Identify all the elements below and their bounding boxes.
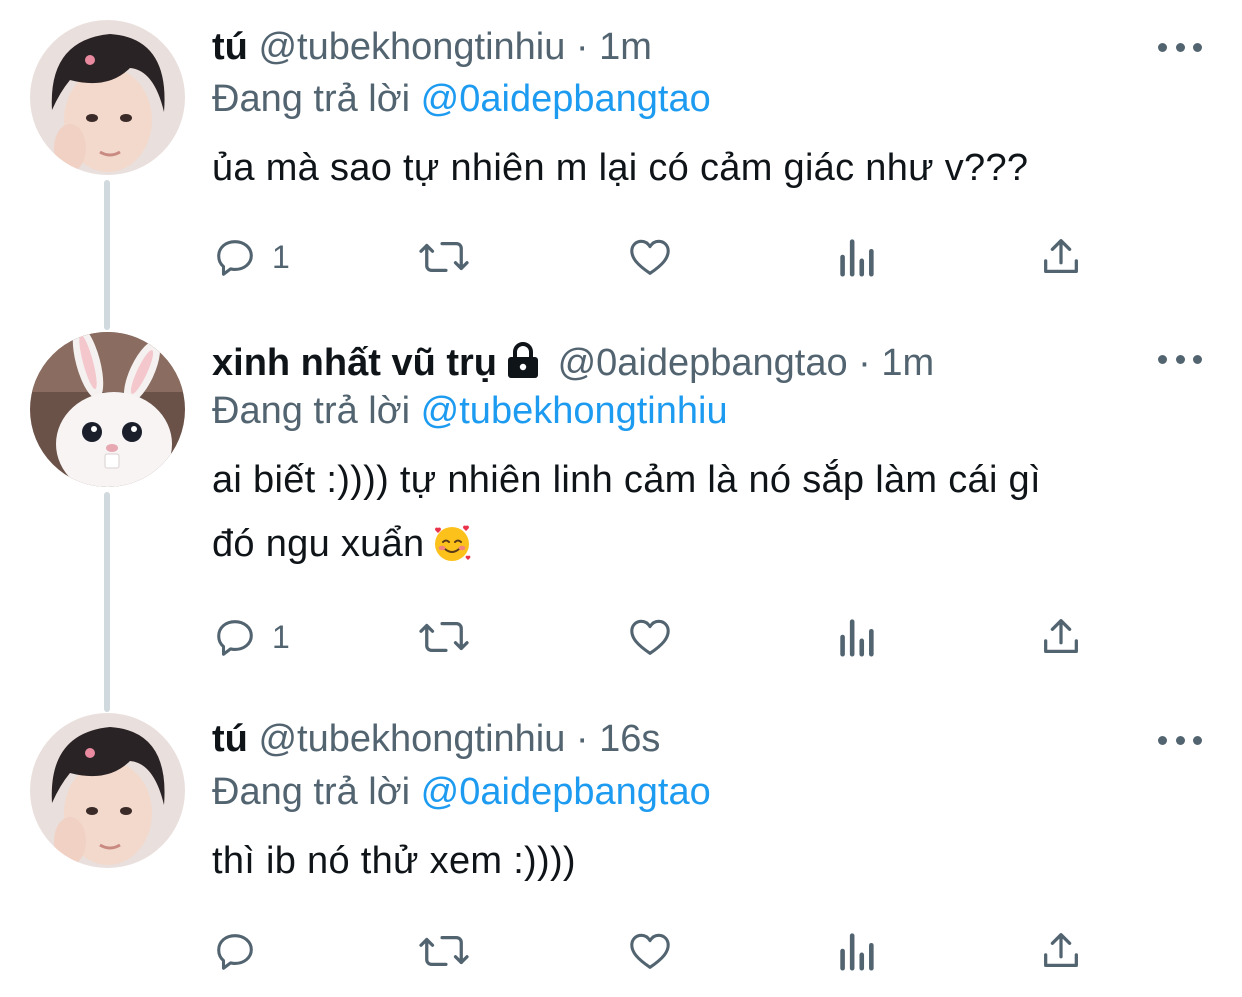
timestamp[interactable]: 1m [881,342,934,384]
analytics-button[interactable] [834,926,878,976]
share-icon [1038,614,1084,660]
share-button[interactable] [1038,612,1084,662]
user-avatar[interactable] [30,332,185,487]
tweet[interactable]: tú @tubekhongtinhiu · 16s Đang trả lời @… [0,700,1242,997]
tweet-actions: 1 [212,232,1112,282]
share-button[interactable] [1038,232,1084,282]
retweet-button[interactable] [416,232,472,282]
tweet-text: ai biết :)))) tự nhiên linh cảm là nó sắ… [212,448,1202,584]
reply-prefix: Đang trả lời [212,78,411,120]
reply-button[interactable]: 1 [212,232,290,282]
reply-button[interactable] [212,926,258,976]
username-handle[interactable]: @tubekhongtinhiu [258,26,565,68]
timestamp[interactable]: 1m [599,26,652,68]
retweet-icon [416,614,472,660]
tweet-text-line: ai biết :)))) tự nhiên linh cảm là nó sắ… [212,459,1041,501]
username-handle[interactable]: @0aidepbangtao [558,342,848,384]
tweet-text: ủa mà sao tự nhiên m lại có cảm giác như… [212,147,1029,189]
tweet-text: thì ib nó thử xem :)))) [212,840,576,882]
share-icon [1038,928,1084,974]
separator-dot: · [858,342,871,384]
mention-link[interactable]: @0aidepbangtao [421,78,711,120]
retweet-icon [416,928,472,974]
username-handle[interactable]: @tubekhongtinhiu [258,718,565,760]
separator-dot: · [575,26,589,68]
retweet-button[interactable] [416,612,472,662]
retweet-icon [416,234,472,280]
like-icon [626,614,674,660]
reply-count: 1 [272,618,290,655]
tweet[interactable]: xinh nhất vũ trụ @0aidepbangtao · 1m Đan… [0,320,1242,700]
user-avatar[interactable] [30,713,185,868]
mention-link[interactable]: @tubekhongtinhiu [421,390,728,432]
analytics-button[interactable] [834,612,878,662]
user-avatar[interactable] [30,20,185,175]
analytics-button[interactable] [834,232,878,282]
reply-icon [212,234,258,280]
tweet-actions: 1 [212,612,1112,662]
display-name[interactable]: xinh nhất vũ trụ [212,342,497,384]
reply-icon [212,614,258,660]
analytics-icon [834,928,878,974]
reply-prefix: Đang trả lời [212,390,411,432]
display-name[interactable]: tú [212,718,248,760]
reply-context: Đang trả lời @0aidepbangtao [212,769,711,815]
reply-button[interactable]: 1 [212,612,290,662]
reply-context: Đang trả lời @0aidepbangtao [212,76,711,122]
like-button[interactable] [626,612,674,662]
timestamp[interactable]: 16s [599,718,660,760]
retweet-button[interactable] [416,926,472,976]
more-icon[interactable] [1158,352,1202,366]
display-name[interactable]: tú [212,26,248,68]
tweet-actions [212,926,1112,976]
reply-context: Đang trả lời @tubekhongtinhiu [212,388,728,434]
tweet-text-line: đó ngu xuẩn [212,523,425,565]
more-icon[interactable] [1158,40,1202,54]
reply-prefix: Đang trả lời [212,771,411,813]
analytics-icon [834,614,878,660]
tweet[interactable]: tú @tubekhongtinhiu · 1m Đang trả lời @0… [0,0,1242,320]
like-button[interactable] [626,232,674,282]
analytics-icon [834,234,878,280]
separator-dot: · [575,718,589,760]
like-button[interactable] [626,926,674,976]
tweet-header: tú @tubekhongtinhiu · 1m [212,24,652,70]
share-button[interactable] [1038,926,1084,976]
like-icon [626,234,674,280]
reply-count: 1 [272,238,290,275]
smiling-face-with-hearts-emoji [431,520,473,584]
more-icon[interactable] [1158,733,1202,747]
like-icon [626,928,674,974]
share-icon [1038,234,1084,280]
tweet-header: tú @tubekhongtinhiu · 16s [212,716,660,762]
lock-icon [503,341,543,390]
mention-link[interactable]: @0aidepbangtao [421,771,711,813]
tweet-text-line-2: đó ngu xuẩn [212,512,1202,584]
tweet-header: xinh nhất vũ trụ @0aidepbangtao · 1m [212,340,934,390]
reply-icon [212,928,258,974]
